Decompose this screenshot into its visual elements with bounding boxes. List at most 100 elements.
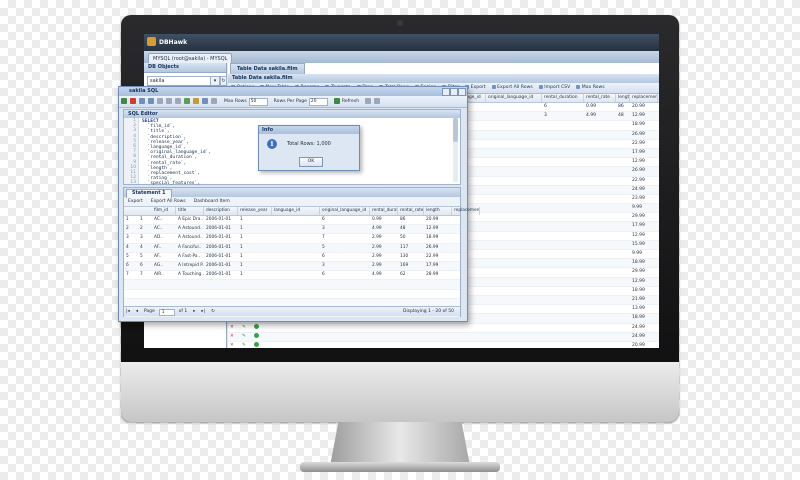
- result-row[interactable]: 5 5 AF.. A Fast-Pa.. 2006-01-01 1 6 2.99 130 22.9…: [124, 253, 460, 262]
- tab-table-data[interactable]: Table Data sakila.film: [230, 63, 305, 74]
- view-row-dot: [254, 323, 259, 329]
- cell-lang: 1: [240, 244, 243, 250]
- refresh-button[interactable]: Refresh: [342, 96, 359, 107]
- result-column-header[interactable]: language_id: [272, 207, 320, 215]
- stop-icon[interactable]: [130, 98, 136, 104]
- cell-year: 2006-01-01: [206, 226, 231, 232]
- cell-year: 2006-01-01: [206, 217, 231, 222]
- table-row[interactable]: ✕✎ 24.99: [228, 332, 659, 342]
- schema-refresh-icon[interactable]: ↻: [220, 76, 227, 86]
- cell-rate: 4.99: [586, 113, 597, 119]
- statement-toolbar-button[interactable]: Dashboard Item: [190, 197, 234, 206]
- toolbar-button[interactable]: Max Rows: [573, 83, 607, 93]
- cell-len: 50: [400, 235, 406, 241]
- cell-rate: 0.99: [586, 104, 597, 109]
- result-row[interactable]: 6 6 AG.. A Intrepid P..2006-01-01 1 3 2.99 169 1…: [124, 261, 460, 272]
- column-header[interactable]: replacement_cost: [630, 94, 658, 102]
- result-column-header[interactable]: rental_rate: [398, 207, 424, 215]
- reload-icon[interactable]: ↻: [209, 307, 217, 316]
- print-icon[interactable]: [374, 98, 381, 104]
- sql-window-title: sakila SQL: [129, 88, 159, 94]
- cell-id: 5: [140, 253, 143, 259]
- history-icon[interactable]: [193, 98, 199, 104]
- maximize-icon[interactable]: [450, 88, 458, 96]
- edit-row-icon[interactable]: ✎: [240, 333, 252, 341]
- result-header-row: film_id title description release_year langu…: [124, 207, 480, 216]
- last-page-icon[interactable]: ▸|: [199, 307, 207, 316]
- page-input[interactable]: 1: [158, 308, 175, 316]
- result-column-header[interactable]: description: [204, 207, 238, 215]
- cell-id: 2: [140, 226, 143, 232]
- toolbar-button[interactable]: Export All Rows: [489, 83, 536, 93]
- cell-desc: A Astound..: [178, 235, 203, 241]
- cell-rownum: 1: [126, 217, 129, 222]
- cell-rownum: 3: [126, 235, 129, 241]
- result-column-header[interactable]: film_id: [152, 207, 176, 215]
- schema-dropdown-icon[interactable]: ▾: [210, 76, 220, 86]
- column-header[interactable]: length: [616, 94, 630, 102]
- copy-icon[interactable]: [166, 98, 172, 104]
- view-row-icon[interactable]: [252, 332, 264, 341]
- sql-window-titlebar[interactable]: sakila SQL: [119, 87, 467, 96]
- export-icon[interactable]: [365, 98, 372, 104]
- db-objects-title: DB Objects: [144, 63, 226, 73]
- statement-toolbar-button[interactable]: Export: [124, 197, 147, 206]
- run-icon[interactable]: [121, 98, 127, 104]
- schema-select[interactable]: sakila: [147, 76, 211, 86]
- cell-dur: 6: [322, 272, 325, 278]
- close-icon[interactable]: [458, 88, 466, 96]
- column-header[interactable]: rental_rate: [584, 94, 616, 102]
- cell-lang: 1: [240, 235, 243, 241]
- result-row[interactable]: 7 7 AIR.. A Touching.. 2006-01-01 1 6 4.99 62 28.…: [124, 271, 460, 281]
- result-column-header[interactable]: length: [424, 207, 452, 215]
- edit-row-icon[interactable]: ✎: [240, 342, 252, 348]
- delete-row-icon[interactable]: ✕: [228, 324, 240, 332]
- cut-icon[interactable]: [157, 98, 163, 104]
- result-row-empty: [124, 280, 460, 290]
- result-row[interactable]: 3 3 AD.. A Astound.. 2006-01-01 1 7 2.99 50 18.99: [124, 234, 460, 244]
- result-column-header[interactable]: rental_duration: [370, 207, 398, 215]
- cell-id: 7: [140, 272, 143, 278]
- view-row-icon[interactable]: [252, 323, 264, 332]
- next-page-icon[interactable]: ▸: [191, 307, 197, 316]
- settings-icon[interactable]: [211, 98, 217, 104]
- statement-toolbar-button[interactable]: Export All Rows: [147, 197, 190, 206]
- view-row-icon[interactable]: [252, 341, 264, 348]
- edit-row-icon[interactable]: ✎: [240, 324, 252, 332]
- paste-icon[interactable]: [175, 98, 181, 104]
- column-header[interactable]: rental_duration: [542, 94, 584, 102]
- table-row[interactable]: ✕ ✎ 20.99: [228, 341, 659, 348]
- result-column-header[interactable]: replacement: [452, 207, 480, 215]
- first-page-icon[interactable]: |◂: [124, 307, 132, 316]
- editor-scrollbar[interactable]: [453, 118, 458, 182]
- refresh-icon[interactable]: [333, 98, 340, 104]
- table-row[interactable]: ✕✎ 24.99: [228, 323, 659, 333]
- result-row[interactable]: 2 2 AC.. A Astound.. 2006-01-01 1 3 4.99 48 12.99: [124, 225, 460, 235]
- cell-cost: 28.99: [426, 272, 439, 278]
- delete-row-icon[interactable]: ✕: [228, 342, 240, 348]
- cell-rate: 4.99: [372, 226, 382, 232]
- tab-statement-1[interactable]: Statement 1: [126, 189, 172, 198]
- column-header[interactable]: original_language_id: [486, 94, 542, 102]
- max-rows-input[interactable]: 50: [248, 98, 268, 106]
- cell-cost: 9.99: [632, 251, 643, 256]
- ok-button[interactable]: OK: [299, 157, 323, 167]
- toolbar-button[interactable]: Import CSV: [536, 83, 573, 93]
- rows-per-page-input[interactable]: 20: [308, 98, 328, 106]
- result-column-header[interactable]: original_language_id: [320, 207, 370, 215]
- result-row[interactable]: 4 4 AF.. A Fanciful.. 2006-01-01 1 5 2.99 117 26.…: [124, 243, 460, 253]
- format-icon[interactable]: [184, 98, 190, 104]
- cell-len: 62: [400, 272, 406, 278]
- app-logo: [147, 37, 156, 46]
- open-icon[interactable]: [139, 98, 145, 104]
- save-icon[interactable]: [148, 98, 154, 104]
- minimize-icon[interactable]: [442, 88, 450, 96]
- sql-code[interactable]: SELECT `film_id`, `title`, `description`…: [142, 119, 211, 187]
- cell-desc: A Intrepid P..: [178, 262, 204, 268]
- result-column-header[interactable]: title: [176, 207, 204, 215]
- explain-icon[interactable]: [202, 98, 208, 104]
- delete-row-icon[interactable]: ✕: [228, 333, 240, 341]
- prev-page-icon[interactable]: ◂: [134, 307, 140, 316]
- result-column-header[interactable]: release_year: [238, 207, 272, 215]
- result-row[interactable]: 1 1 AC.. A Epic Dra.. 2006-01-01 1 6 0.99 86 20.9…: [124, 216, 460, 226]
